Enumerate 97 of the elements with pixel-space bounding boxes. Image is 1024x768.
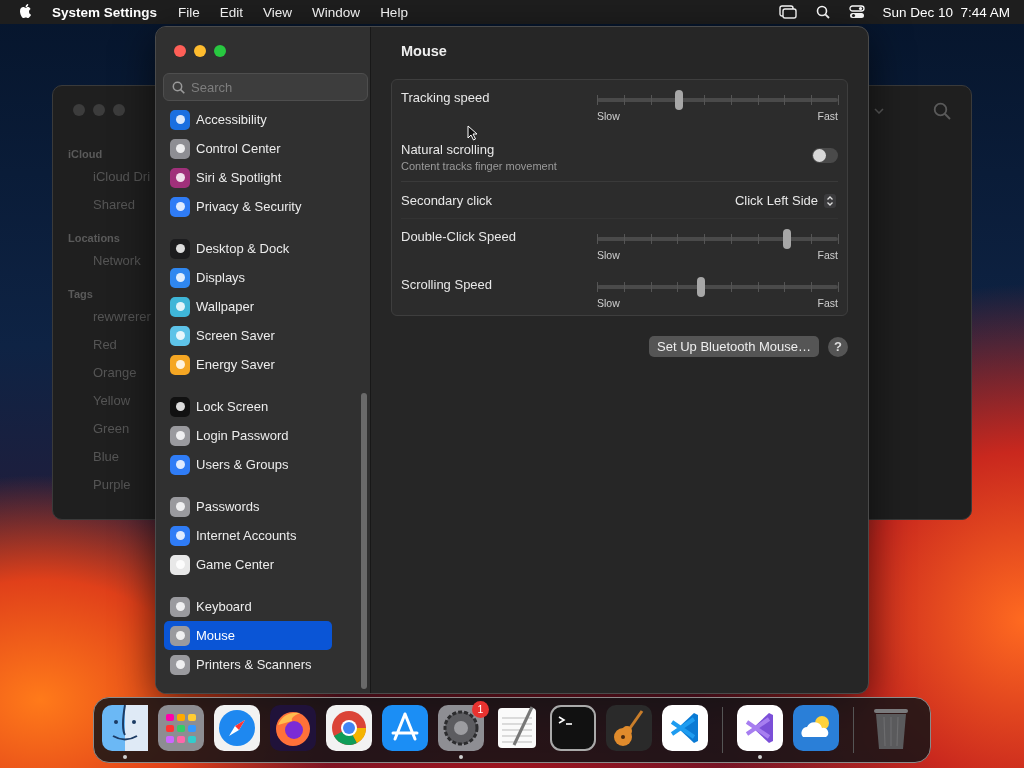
sidebar-item[interactable]: Keyboard [164,592,332,621]
menu-item[interactable]: View [263,4,293,20]
setting-label: Secondary click [401,193,493,208]
slider-thumb[interactable] [696,277,705,297]
page-title: Mouse [401,43,448,61]
windows-icon[interactable] [779,5,798,19]
sidebar-heading: Locations [68,232,121,246]
sidebar-item-label: Privacy & Security [196,199,302,214]
slider-track[interactable] [597,90,838,110]
sidebar-item[interactable]: Users & Groups [164,450,332,479]
sidebar-item[interactable]: Wallpaper [164,292,332,321]
window-control-dot[interactable] [73,104,85,116]
sidebar-item-label: Displays [196,270,246,285]
smiling-face-icon[interactable] [102,705,148,751]
sidebar-item[interactable]: Login Password [164,421,332,450]
sidebar-item-label: Desktop & Dock [196,241,290,256]
toggles-icon[interactable] [849,5,866,19]
ribbon-icon[interactable] [737,705,783,751]
sidebar-item[interactable]: Control Center [164,134,332,163]
menu-item[interactable]: File [178,4,200,20]
setting-description: Content tracks finger movement [401,160,557,172]
sidebar-item[interactable]: Game Center [164,550,332,579]
sidebar-item-label: Login Password [196,428,289,443]
setting-label: Tracking speed [401,90,490,105]
setup-bluetooth-button[interactable]: Set Up Bluetooth Mouse… [649,336,819,357]
toggle-switch[interactable] [812,148,838,163]
search-field[interactable]: Search [163,73,368,101]
pointer-cursor-icon [467,125,478,141]
sidebar-item-label: Energy Saver [196,357,275,372]
sidebar-item[interactable]: Desktop & Dock [164,234,332,263]
flame-globe-icon[interactable] [270,705,316,751]
search-icon[interactable] [816,5,831,19]
cloud-and-sun-icon[interactable] [793,705,839,751]
sidebar-item-label: Mouse [196,628,236,643]
sidebar-item[interactable]: Mouse [164,621,332,650]
slider-thumb[interactable] [674,90,683,110]
up-down-chevron-icon [824,193,836,208]
sidebar-item-label: Printers & Scanners [196,657,312,672]
terminal-prompt-icon[interactable] [550,705,596,751]
sidebar-item-label: Wallpaper [196,299,255,314]
sidebar-item-label: Keyboard [196,599,252,614]
chevron-icon [874,108,884,114]
sidebar-item-label: Internet Accounts [196,528,297,543]
ribbon-icon[interactable] [662,705,708,751]
sidebar-heading: iCloud [68,148,104,162]
apple-logo-icon [18,4,32,20]
letter-a-icon[interactable] [382,705,428,751]
menu-item[interactable]: Edit [219,4,244,20]
sidebar-item[interactable]: Internet Accounts [164,521,332,550]
slider-max-label: Fast [817,110,838,122]
notification-badge: 1 [472,701,489,718]
window-control-dot[interactable] [93,104,105,116]
sidebar-item[interactable]: Printers & Scanners [164,650,332,679]
menu-item[interactable]: Help [380,4,408,20]
sidebar-item[interactable]: Siri & Spotlight [164,163,332,192]
scrollbar-thumb[interactable] [361,393,367,689]
sidebar-item[interactable]: Energy Saver [164,350,332,379]
slider-track[interactable] [597,277,838,297]
zoom-button[interactable] [214,45,226,57]
sidebar-item-label: Accessibility [196,112,267,127]
close-button[interactable] [174,45,186,57]
setting-label: Double-Click Speed [401,229,516,244]
grid-icon[interactable] [158,705,204,751]
compass-icon[interactable] [214,705,260,751]
slider-track[interactable] [597,229,838,249]
slider-min-label: Slow [597,297,620,309]
slider-max-label: Fast [817,297,838,309]
sidebar-item-label: Lock Screen [196,399,269,414]
sidebar-item-label: Siri & Spotlight [196,170,282,185]
sidebar-item[interactable]: Accessibility [164,105,332,134]
popup-button[interactable]: Click Left Side [732,193,838,208]
sidebar-item[interactable]: Displays [164,263,332,292]
sidebar-item-label: Users & Groups [196,457,289,472]
menu-item[interactable]: Window [312,4,361,20]
help-button[interactable]: ? [828,336,848,357]
minimize-button[interactable] [194,45,206,57]
window-control-dot[interactable] [113,104,125,116]
slider-thumb[interactable] [783,229,792,249]
sidebar-item-label: Passwords [196,499,260,514]
sidebar-item-label: Control Center [196,141,281,156]
sidebar-heading: Tags [68,288,94,302]
guitar-icon[interactable] [606,705,652,751]
sidebar-item[interactable]: Passwords [164,492,332,521]
sidebar-item[interactable]: Privacy & Security [164,192,332,221]
sidebar-item[interactable]: Lock Screen [164,392,332,421]
app-menu[interactable]: System Settings [52,4,158,20]
slider-max-label: Fast [817,249,838,261]
ring-icon[interactable] [326,705,372,751]
sidebar-item[interactable]: Screen Saver [164,321,332,350]
clock[interactable]: Sun Dec 10 7:44 AM [882,4,1010,20]
sidebar-item-label: Screen Saver [196,328,275,343]
setting-label: Natural scrolling [401,142,496,157]
slider-min-label: Slow [597,249,620,261]
gear-icon[interactable] [438,705,484,751]
setting-label: Scrolling Speed [401,277,493,292]
sidebar-item-label: Game Center [196,557,275,572]
slider-min-label: Slow [597,110,620,122]
